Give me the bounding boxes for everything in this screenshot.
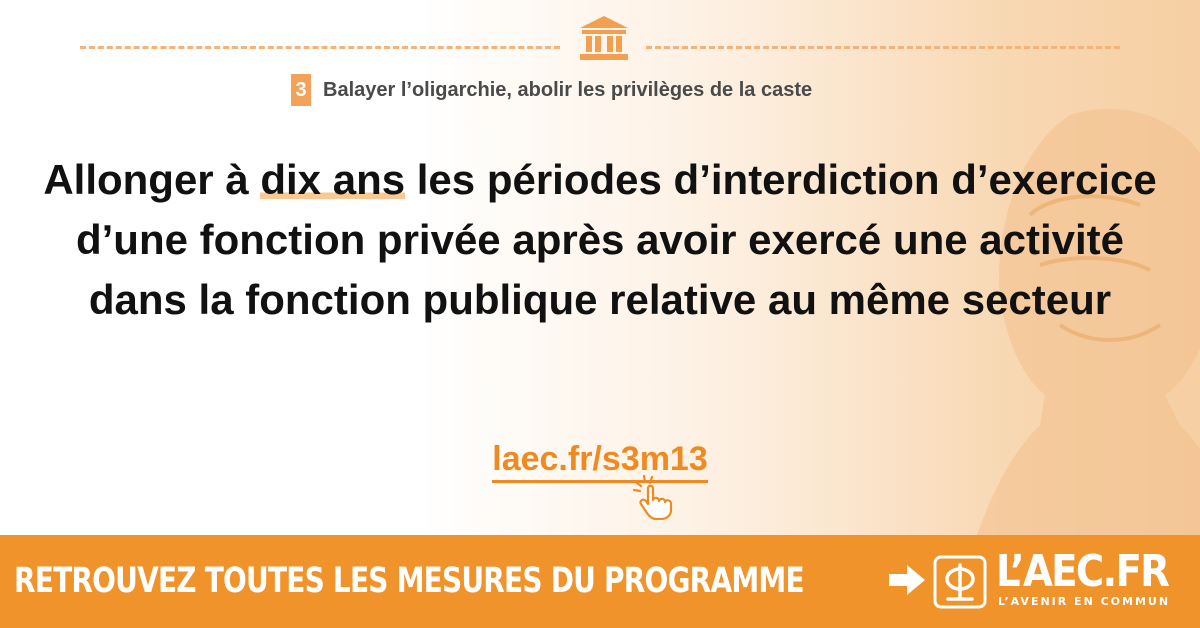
measure-headline: Allonger à dix ans les périodes d’interd…: [40, 150, 1160, 330]
section-title: Balayer l’oligarchie, abolir les privilè…: [323, 78, 813, 101]
right-arrow-icon: [889, 565, 925, 595]
pointing-hand-click-icon: [632, 474, 673, 520]
header-divider-right: [646, 46, 1120, 49]
headline-text-start: Allonger à: [43, 156, 261, 203]
phi-logo-icon: [933, 555, 987, 609]
brand-tagline: L’AVENIR EN COMMUN: [998, 595, 1171, 608]
header-divider-left: [80, 46, 560, 49]
banner-cta-text[interactable]: RETROUVEZ TOUTES LES MESURES DU PROGRAMM…: [14, 553, 805, 609]
section-number-badge: 3: [291, 74, 311, 106]
classical-building-icon: [580, 16, 628, 60]
brand-name: L’AEC.FR: [996, 546, 1170, 597]
section-label: 3 Balayer l’oligarchie, abolir les privi…: [291, 74, 812, 106]
measure-link-container: laec.fr/s3m13: [0, 440, 1200, 483]
headline-highlight: dix ans: [260, 156, 406, 203]
